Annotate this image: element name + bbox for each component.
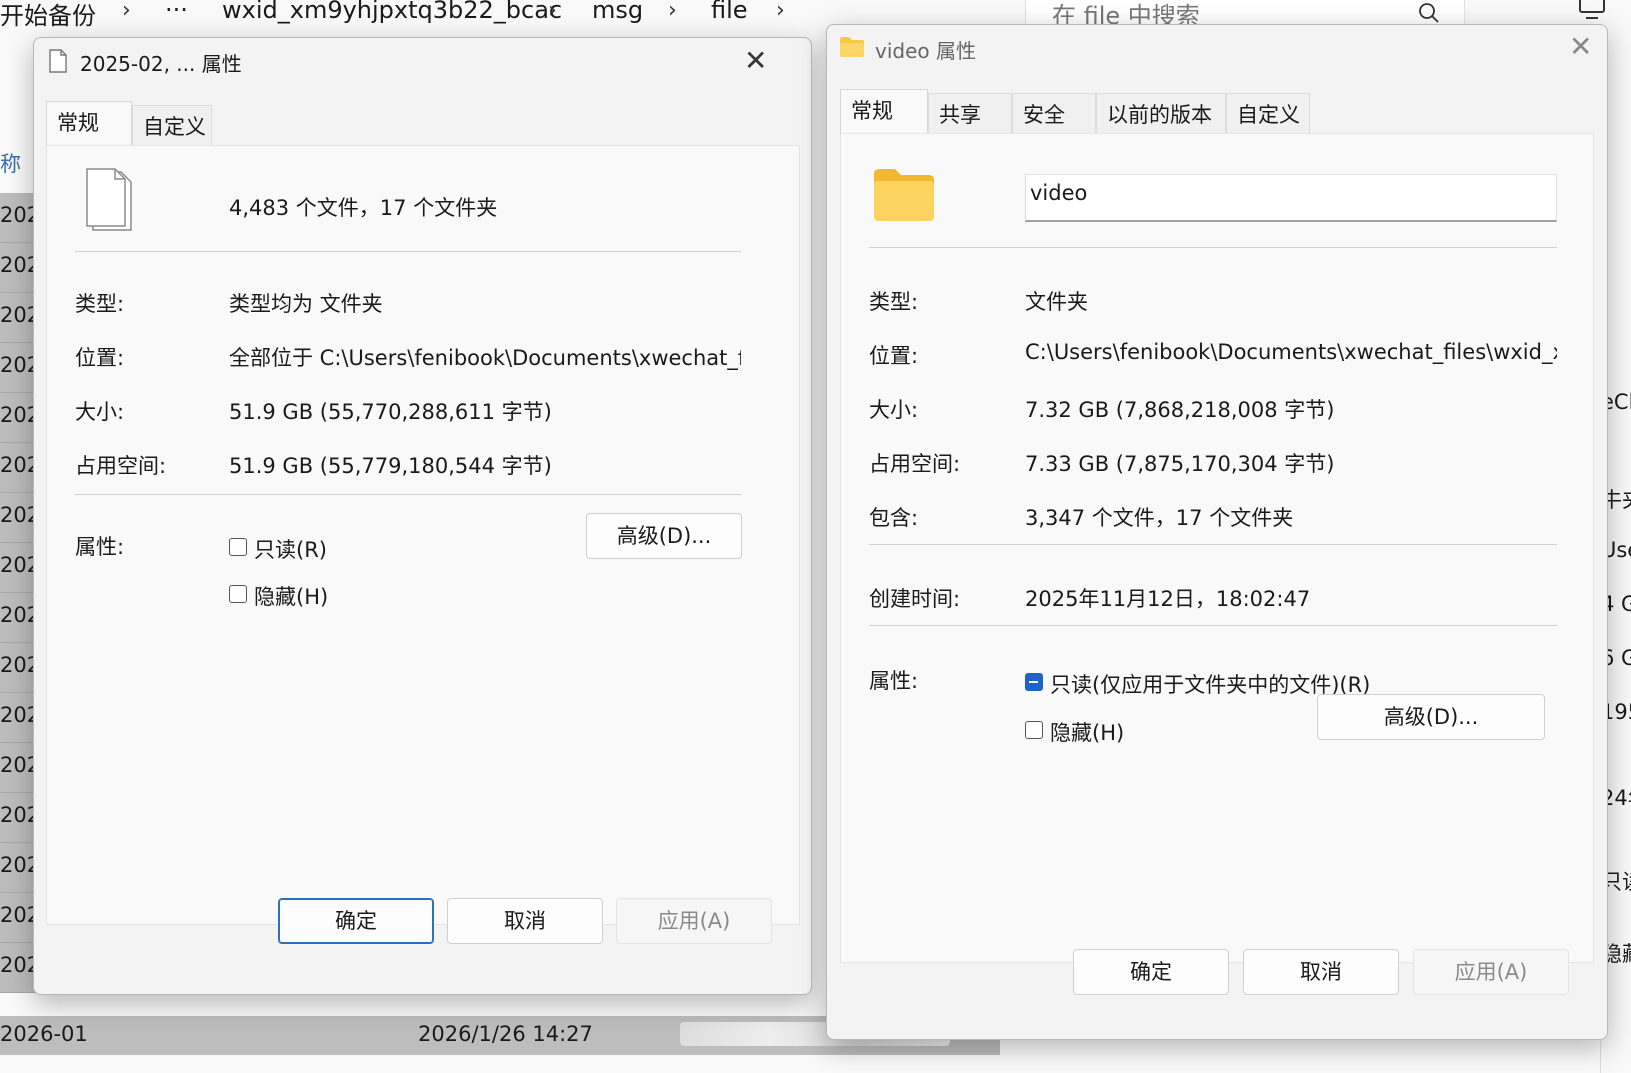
tab-general[interactable]: 常规	[46, 101, 132, 147]
dialog-title: video 属性	[875, 39, 976, 63]
apply-button[interactable]: 应用(A)	[1413, 949, 1569, 995]
advanced-button[interactable]: 高级(D)...	[586, 513, 742, 559]
breadcrumb-chevron-icon: ›	[122, 0, 131, 23]
contains-label: 包含:	[869, 506, 919, 530]
tab-sharing[interactable]: 共享	[928, 93, 1012, 135]
readonly-checkbox[interactable]	[1025, 673, 1043, 691]
type-label: 类型:	[869, 290, 919, 314]
divider	[869, 625, 1557, 626]
close-icon[interactable]: ✕	[744, 47, 767, 75]
folder-large-icon	[873, 168, 935, 222]
properties-dialog-multi: 2025-02, ... 属性 ✕ 常规 自定义 4,483 个文件，17 个文…	[33, 37, 812, 995]
size-label: 大小:	[869, 398, 919, 422]
breadcrumb-chevron-icon: ›	[548, 0, 557, 23]
close-icon[interactable]: ✕	[1569, 33, 1592, 61]
monitor-icon[interactable]	[1578, 0, 1606, 20]
properties-dialog-video: video 属性 ✕ 常规 共享 安全 以前的版本 自定义 video 类型: …	[826, 24, 1608, 1040]
readonly-label[interactable]: 只读(R)	[254, 534, 327, 564]
divider	[869, 247, 1557, 248]
breadcrumb-item[interactable]: ···	[165, 0, 188, 24]
column-header-name[interactable]: 称	[0, 148, 21, 178]
search-icon[interactable]	[1418, 2, 1440, 24]
size-on-disk-value: 51.9 GB (55,779,180,544 字节)	[229, 454, 552, 478]
divider	[869, 544, 1557, 545]
apply-button[interactable]: 应用(A)	[616, 898, 772, 944]
type-value: 类型均为 文件夹	[229, 292, 383, 316]
size-label: 大小:	[75, 400, 125, 424]
ok-button[interactable]: 确定	[278, 898, 434, 944]
readonly-checkbox[interactable]	[229, 538, 247, 556]
tab-custom[interactable]: 自定义	[1226, 93, 1310, 135]
list-item-date: 2026/1/26 14:27	[418, 1022, 593, 1046]
hidden-checkbox[interactable]	[1025, 721, 1043, 739]
tab-custom[interactable]: 自定义	[132, 105, 212, 147]
summary-text: 4,483 个文件，17 个文件夹	[229, 196, 498, 220]
hidden-label[interactable]: 隐藏(H)	[1050, 717, 1124, 747]
breadcrumb-chevron-icon: ›	[668, 0, 677, 23]
location-label: 位置:	[869, 344, 919, 368]
location-label: 位置:	[75, 346, 125, 370]
size-on-disk-value: 7.33 GB (7,875,170,304 字节)	[1025, 452, 1335, 476]
size-value: 51.9 GB (55,770,288,611 字节)	[229, 400, 552, 424]
folder-name-input[interactable]: video	[1025, 174, 1557, 222]
breadcrumb-item[interactable]: file	[711, 0, 748, 24]
attributes-label: 属性:	[75, 535, 125, 559]
cancel-button[interactable]: 取消	[447, 898, 603, 944]
type-value: 文件夹	[1025, 290, 1088, 314]
hidden-checkbox[interactable]	[229, 585, 247, 603]
size-on-disk-label: 占用空间:	[75, 454, 167, 478]
contains-value: 3,347 个文件，17 个文件夹	[1025, 506, 1294, 530]
location-value: 全部位于 C:\Users\fenibook\Documents\xwechat…	[229, 346, 741, 370]
size-value: 7.32 GB (7,868,218,008 字节)	[1025, 398, 1335, 422]
files-stack-icon	[83, 168, 135, 232]
general-panel: 4,483 个文件，17 个文件夹 类型: 类型均为 文件夹 位置: 全部位于 …	[46, 145, 800, 925]
ok-button[interactable]: 确定	[1073, 949, 1229, 995]
breadcrumb-item[interactable]: msg	[592, 0, 643, 24]
hidden-label[interactable]: 隐藏(H)	[254, 581, 328, 611]
tab-security[interactable]: 安全	[1012, 93, 1096, 135]
breadcrumb-chevron-icon: ›	[776, 0, 785, 23]
created-value: 2025年11月12日，18:02:47	[1025, 587, 1311, 611]
dialog-title: 2025-02, ... 属性	[80, 52, 242, 76]
type-label: 类型:	[75, 292, 125, 316]
breadcrumb-item[interactable]: wxid_xm9yhjpxtq3b22_bcac	[222, 0, 562, 24]
size-on-disk-label: 占用空间:	[869, 452, 961, 476]
list-item-name: 2026-01	[0, 1022, 88, 1046]
file-icon	[48, 49, 68, 73]
attributes-label: 属性:	[869, 669, 919, 693]
location-value: C:\Users\fenibook\Documents\xwechat_file…	[1025, 340, 1557, 364]
divider	[75, 494, 741, 495]
folder-icon	[839, 36, 865, 58]
cancel-button[interactable]: 取消	[1243, 949, 1399, 995]
general-panel: video 类型: 文件夹 位置: C:\Users\fenibook\Docu…	[840, 133, 1594, 963]
breadcrumb-item[interactable]: 开始备份	[0, 0, 96, 31]
created-label: 创建时间:	[869, 587, 961, 611]
tab-general[interactable]: 常规	[840, 89, 928, 135]
tab-previous-versions[interactable]: 以前的版本	[1096, 93, 1226, 135]
divider	[75, 251, 741, 252]
advanced-button[interactable]: 高级(D)...	[1317, 694, 1545, 740]
